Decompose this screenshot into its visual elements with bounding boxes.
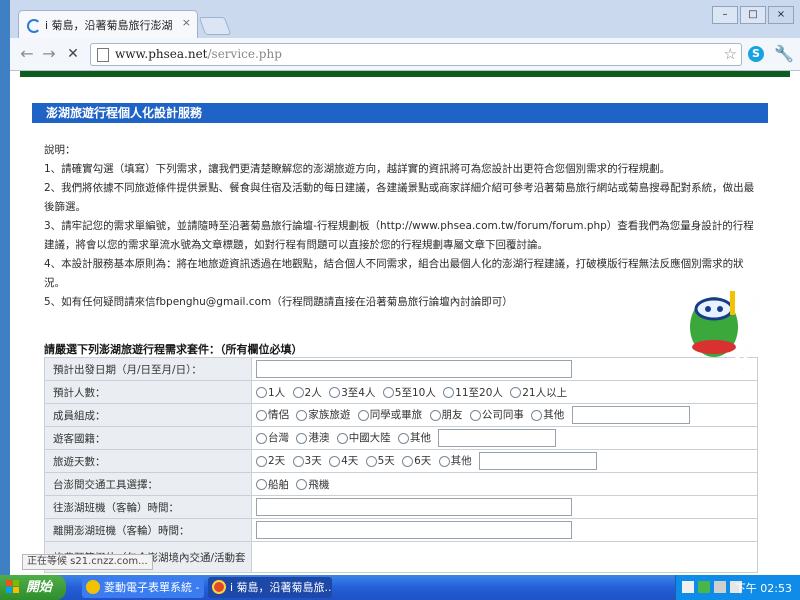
days-option[interactable]: 5天 xyxy=(365,453,395,468)
field-label: 遊客國籍： xyxy=(44,426,252,450)
site-top-band xyxy=(10,71,800,93)
days-option[interactable]: 3天 xyxy=(292,453,322,468)
member-other-input[interactable] xyxy=(571,406,690,424)
member-option[interactable]: 公司同事 xyxy=(469,407,524,422)
member-option[interactable]: 朋友 xyxy=(429,407,463,422)
loading-spinner-icon xyxy=(27,19,41,33)
people-option[interactable]: 2人 xyxy=(292,385,322,400)
nationality-other-input[interactable] xyxy=(438,429,557,447)
days-other-input[interactable] xyxy=(479,452,597,470)
intro-line: 3、請牢記您的需求單編號，並請隨時至沿著菊島旅行論壇-行程規劃板（http://… xyxy=(44,220,754,251)
mascot-badge[interactable]: 活動報馬仔！ xyxy=(678,269,796,369)
form-title: 請嚴選下列澎湖旅遊行程需求套件：（所有欄位必填） xyxy=(44,343,303,356)
field-label: 離開澎湖班機（客輪）時間： xyxy=(44,518,252,542)
task-label: 菱動電子表單系統 - ... xyxy=(104,581,204,594)
browser-toolbar: ← → ✕ www.phsea.net/service.php ☆ S 🔧 xyxy=(10,38,800,71)
member-option[interactable]: 其他 xyxy=(531,407,564,422)
table-row: 預計人數： 1人 2人 3至4人 5至10人 11至20人 21人以上 xyxy=(44,380,758,404)
people-option[interactable]: 11至20人 xyxy=(443,385,503,400)
window-controls: – □ × xyxy=(712,6,794,24)
intro-line: 4、本設計服務基本原則為：將在地旅遊資訊透過在地觀點，結合個人不同需求，組合出最… xyxy=(44,258,744,289)
field-label: 預計出發日期（月/日至月/日）： xyxy=(44,357,252,381)
table-row: 旅遊天數： 2天 3天 4天 5天 6天 其他 xyxy=(44,449,758,473)
table-row: 預計出發日期（月/日至月/日）： xyxy=(44,357,758,381)
field-label: 台澎間交通工具選擇： xyxy=(44,472,252,496)
days-option[interactable]: 其他 xyxy=(438,453,472,468)
field-label: 往澎湖班機（客輪）時間： xyxy=(44,495,252,519)
departure-date-input[interactable] xyxy=(256,360,572,378)
intro-line: 1、請確實勾選（填寫）下列需求，讓我們更清楚瞭解您的澎湖旅遊方向，越詳實的資訊將… xyxy=(44,163,671,175)
intro-line: 說明： xyxy=(44,144,76,156)
back-arrow-icon[interactable]: ← xyxy=(18,45,36,63)
table-row: 往澎湖班機（客輪）時間： xyxy=(44,495,758,519)
field-label: 成員組成： xyxy=(44,403,252,427)
tab-title: i 菊島，沿著菊島旅行澎湖 xyxy=(45,19,173,32)
member-option[interactable]: 情侶 xyxy=(256,407,289,422)
field-label: 旅遊天數： xyxy=(44,449,252,473)
intro-text: 說明： 1、請確實勾選（填寫）下列需求，讓我們更清楚瞭解您的澎湖旅遊方向，越詳實… xyxy=(44,141,764,312)
page-viewport: 澎湖旅遊行程個人化設計服務 說明： 1、請確實勾選（填寫）下列需求，讓我們更清楚… xyxy=(10,71,800,575)
intro-line: 2、我們將依據不同旅遊條件提供景點、餐食與住宿及活動的每日建議，各建議景點或商家… xyxy=(44,182,755,213)
member-option[interactable]: 同學或畢旅 xyxy=(357,407,422,422)
address-bar[interactable]: www.phsea.net/service.php ☆ xyxy=(90,43,742,66)
start-button[interactable]: 開始 xyxy=(0,575,66,600)
status-bar: 正在等候 s21.cnzz.com... xyxy=(22,554,153,570)
url-text: www.phsea.net/service.php xyxy=(115,47,282,61)
start-label: 開始 xyxy=(26,580,53,595)
nationality-option[interactable]: 港澳 xyxy=(296,430,329,445)
tab-close-icon[interactable]: × xyxy=(182,16,191,29)
taskbar-item-browser[interactable]: i 菊島，沿著菊島旅... xyxy=(208,577,332,598)
transport-option[interactable]: 船舶 xyxy=(256,477,289,492)
arrival-time-input[interactable] xyxy=(256,498,572,516)
service-panel: 澎湖旅遊行程個人化設計服務 說明： 1、請確實勾選（填寫）下列需求，讓我們更清楚… xyxy=(32,103,768,575)
close-window-button[interactable]: × xyxy=(768,6,794,24)
wrench-menu-icon[interactable]: 🔧 xyxy=(774,44,794,63)
nationality-option[interactable]: 台灣 xyxy=(256,430,289,445)
clock: 下午 02:53 xyxy=(734,582,792,595)
form-system-icon xyxy=(86,580,100,594)
people-option[interactable]: 1人 xyxy=(256,385,285,400)
taskbar-item-form-system[interactable]: 菱動電子表單系統 - ... xyxy=(82,577,204,598)
people-option[interactable]: 5至10人 xyxy=(382,385,436,400)
maximize-button[interactable]: □ xyxy=(740,6,766,24)
new-tab-button[interactable] xyxy=(198,17,232,35)
browser-window: i 菊島，沿著菊島旅行澎湖 × – □ × ← → ✕ www.phsea.ne… xyxy=(10,0,800,575)
title-bar: i 菊島，沿著菊島旅行澎湖 × – □ × xyxy=(10,0,800,39)
forward-arrow-icon[interactable]: → xyxy=(40,45,58,63)
task-label: i 菊島，沿著菊島旅... xyxy=(230,581,332,594)
chrome-icon xyxy=(212,580,226,594)
table-row: 遊客國籍： 台灣 港澳 中國大陸 其他 xyxy=(44,426,758,450)
tray-icon[interactable] xyxy=(714,581,726,593)
people-option[interactable]: 21人以上 xyxy=(510,385,567,400)
nationality-option[interactable]: 其他 xyxy=(398,430,431,445)
member-option[interactable]: 家族旅遊 xyxy=(296,407,350,422)
taskbar: 開始 菱動電子表單系統 - ... i 菊島，沿著菊島旅... 下午 02:53 xyxy=(0,575,800,600)
transport-option[interactable]: 飛機 xyxy=(296,477,329,492)
departure-time-input[interactable] xyxy=(256,521,572,539)
days-option[interactable]: 6天 xyxy=(402,453,431,468)
table-row: 台澎間交通工具選擇： 船舶 飛機 xyxy=(44,472,758,496)
system-tray: 下午 02:53 xyxy=(675,575,800,600)
days-option[interactable]: 4天 xyxy=(329,453,358,468)
request-form-table: 預計出發日期（月/日至月/日）： 預計人數： 1人 2人 3至4人 5至10人 … xyxy=(44,357,758,573)
bookmark-star-icon[interactable]: ☆ xyxy=(724,45,737,63)
days-option[interactable]: 2天 xyxy=(256,453,285,468)
table-row: 離開澎湖班機（客輪）時間： xyxy=(44,518,758,542)
intro-line: 5、如有任何疑問請來信fbpenghu@gmail.com（行程問題請直接在沿著… xyxy=(44,296,513,308)
stop-icon[interactable]: ✕ xyxy=(64,45,82,63)
field-label: 預計人數： xyxy=(44,380,252,404)
tray-icon[interactable] xyxy=(698,581,710,593)
table-row: 成員組成： 情侶 家族旅遊 同學或畢旅 朋友 公司同事 其他 xyxy=(44,403,758,427)
tray-icon[interactable] xyxy=(682,581,694,593)
nationality-option[interactable]: 中國大陸 xyxy=(336,430,391,445)
panel-title: 澎湖旅遊行程個人化設計服務 xyxy=(32,103,768,123)
people-option[interactable]: 3至4人 xyxy=(329,385,375,400)
minimize-button[interactable]: – xyxy=(712,6,738,24)
skype-extension-icon[interactable]: S xyxy=(748,46,764,62)
page-icon xyxy=(97,48,109,62)
windows-flag-icon xyxy=(6,580,19,593)
browser-tab[interactable]: i 菊島，沿著菊島旅行澎湖 × xyxy=(18,10,198,39)
